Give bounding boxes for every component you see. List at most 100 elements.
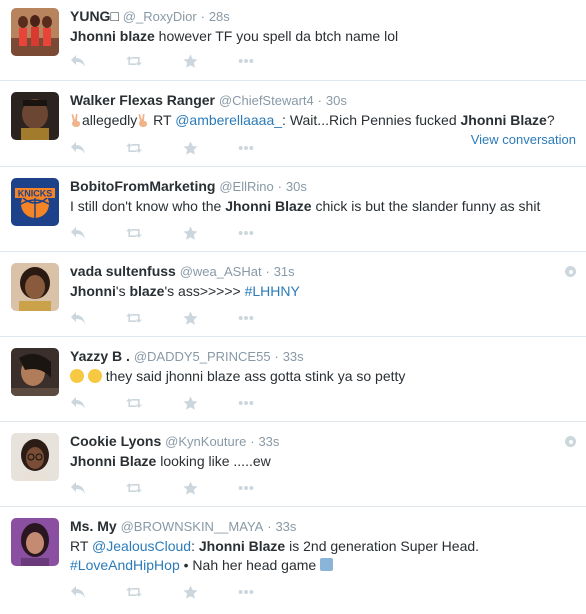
user-handle[interactable]: @KynKouture [165, 434, 246, 449]
hashtag-link[interactable]: #LHHNY [245, 283, 300, 299]
tweet-actions [70, 225, 294, 241]
text-bold: Jhonni Blaze [460, 112, 547, 128]
more-icon[interactable] [238, 584, 254, 600]
square-emoji-icon [320, 558, 334, 571]
gear-icon[interactable] [565, 266, 576, 277]
text-segment: ? [546, 112, 555, 128]
more-icon[interactable] [238, 480, 254, 496]
reply-icon[interactable] [70, 53, 86, 69]
retweet-icon[interactable] [126, 140, 142, 156]
more-icon[interactable] [238, 395, 254, 411]
tweet[interactable]: Yazzy B . @DADDY5_PRINCE55 · 33s they sa… [0, 337, 586, 422]
timestamp[interactable]: 31s [274, 264, 295, 279]
tweet-header: BobitoFromMarketing @EllRino · 30s [70, 177, 578, 196]
view-conversation-link[interactable]: View conversation [471, 132, 576, 147]
text-bold: Jhonni [70, 283, 116, 299]
text-bold: Jhonni Blaze [225, 198, 312, 214]
favorite-icon[interactable] [182, 225, 198, 241]
tweet[interactable]: Cookie Lyons @KynKouture · 33s Jhonni Bl… [0, 422, 586, 507]
avatar[interactable] [11, 433, 59, 481]
more-icon[interactable] [238, 53, 254, 69]
user-handle[interactable]: @BROWNSKIN__MAYA [121, 519, 264, 534]
tweet-header: Cookie Lyons @KynKouture · 33s [70, 432, 578, 451]
retweet-icon[interactable] [126, 480, 142, 496]
user-fullname[interactable]: Yazzy B . [70, 348, 130, 364]
reply-icon[interactable] [70, 140, 86, 156]
tweet-text: Jhonni's blaze's ass>>>>> #LHHNY [70, 282, 578, 300]
reply-icon[interactable] [70, 395, 86, 411]
text-segment: they said jhonni blaze ass gotta stink y… [101, 368, 406, 384]
user-handle[interactable]: @_RoxyDior [123, 9, 197, 24]
tweet-text: they said jhonni blaze ass gotta stink y… [70, 367, 578, 385]
weary-face-icon [87, 369, 102, 383]
timestamp[interactable]: 30s [326, 93, 347, 108]
user-handle[interactable]: @DADDY5_PRINCE55 [134, 349, 271, 364]
user-fullname[interactable]: Walker Flexas Ranger [70, 92, 215, 108]
avatar[interactable] [11, 8, 59, 56]
user-fullname[interactable]: Ms. My [70, 518, 117, 534]
text-segment: RT [149, 112, 176, 128]
user-handle[interactable]: @wea_ASHat [180, 264, 262, 279]
reply-icon[interactable] [70, 584, 86, 600]
tweet-stream: YUNG□ @_RoxyDior · 28s Jhonni blaze howe… [0, 0, 586, 611]
timestamp[interactable]: 30s [286, 179, 307, 194]
svg-text:KNICKS: KNICKS [18, 189, 53, 199]
text-segment: 's ass>>>>> [164, 283, 245, 299]
tweet-header: Walker Flexas Ranger @ChiefStewart4 · 30… [70, 91, 578, 110]
user-handle[interactable]: @EllRino [219, 179, 273, 194]
retweet-icon[interactable] [126, 225, 142, 241]
tweet-content: vada sultenfuss @wea_ASHat · 31s Jhonni'… [70, 262, 578, 300]
favorite-icon[interactable] [182, 310, 198, 326]
reply-icon[interactable] [70, 310, 86, 326]
tweet[interactable]: KNICKS BobitoFromMarketing @EllRino · 30… [0, 167, 586, 252]
tweet-content: BobitoFromMarketing @EllRino · 30s I sti… [70, 177, 578, 215]
timestamp[interactable]: 28s [209, 9, 230, 24]
mention-link[interactable]: @JealousCloud [92, 538, 191, 554]
separator: · [200, 9, 205, 24]
separator: · [277, 179, 282, 194]
favorite-icon[interactable] [182, 480, 198, 496]
more-icon[interactable] [238, 225, 254, 241]
tweet[interactable]: Walker Flexas Ranger @ChiefStewart4 · 30… [0, 81, 586, 167]
tweet[interactable]: vada sultenfuss @wea_ASHat · 31s Jhonni'… [0, 252, 586, 337]
tweet[interactable]: Ms. My @BROWNSKIN__MAYA · 33s RT @Jealou… [0, 507, 586, 611]
timestamp[interactable]: 33s [275, 519, 296, 534]
separator: · [267, 519, 272, 534]
reply-icon[interactable] [70, 480, 86, 496]
user-handle[interactable]: @ChiefStewart4 [219, 93, 314, 108]
retweet-icon[interactable] [126, 310, 142, 326]
user-fullname[interactable]: Cookie Lyons [70, 433, 161, 449]
favorite-icon[interactable] [182, 584, 198, 600]
retweet-icon[interactable] [126, 584, 142, 600]
hashtag-link[interactable]: #LoveAndHipHop [70, 557, 180, 573]
avatar[interactable] [11, 263, 59, 311]
separator: · [317, 93, 322, 108]
more-icon[interactable] [238, 310, 254, 326]
tweet-content: Ms. My @BROWNSKIN__MAYA · 33s RT @Jealou… [70, 517, 578, 574]
avatar[interactable] [11, 348, 59, 396]
retweet-icon[interactable] [126, 395, 142, 411]
timestamp[interactable]: 33s [283, 349, 304, 364]
avatar[interactable] [11, 92, 59, 140]
tweet-actions [70, 584, 294, 600]
text-segment: is 2nd generation Super Head. [285, 538, 480, 554]
favorite-icon[interactable] [182, 53, 198, 69]
retweet-icon[interactable] [126, 53, 142, 69]
timestamp[interactable]: 33s [258, 434, 279, 449]
mention-link[interactable]: @amberellaaaa_ [175, 112, 282, 128]
reply-icon[interactable] [70, 225, 86, 241]
avatar[interactable]: KNICKS [11, 178, 59, 226]
user-fullname[interactable]: BobitoFromMarketing [70, 178, 215, 194]
avatar[interactable] [11, 518, 59, 566]
user-fullname[interactable]: YUNG□ [70, 8, 119, 24]
more-icon[interactable] [238, 140, 254, 156]
text-segment: : Wait...Rich Pennies fucked [282, 112, 461, 128]
user-fullname[interactable]: vada sultenfuss [70, 263, 176, 279]
gear-icon[interactable] [565, 436, 576, 447]
tweet-content: Yazzy B . @DADDY5_PRINCE55 · 33s they sa… [70, 347, 578, 385]
favorite-icon[interactable] [182, 140, 198, 156]
tweet-content: Walker Flexas Ranger @ChiefStewart4 · 30… [70, 91, 578, 129]
favorite-icon[interactable] [182, 395, 198, 411]
tweet[interactable]: YUNG□ @_RoxyDior · 28s Jhonni blaze howe… [0, 0, 586, 81]
tweet-header: Yazzy B . @DADDY5_PRINCE55 · 33s [70, 347, 578, 366]
